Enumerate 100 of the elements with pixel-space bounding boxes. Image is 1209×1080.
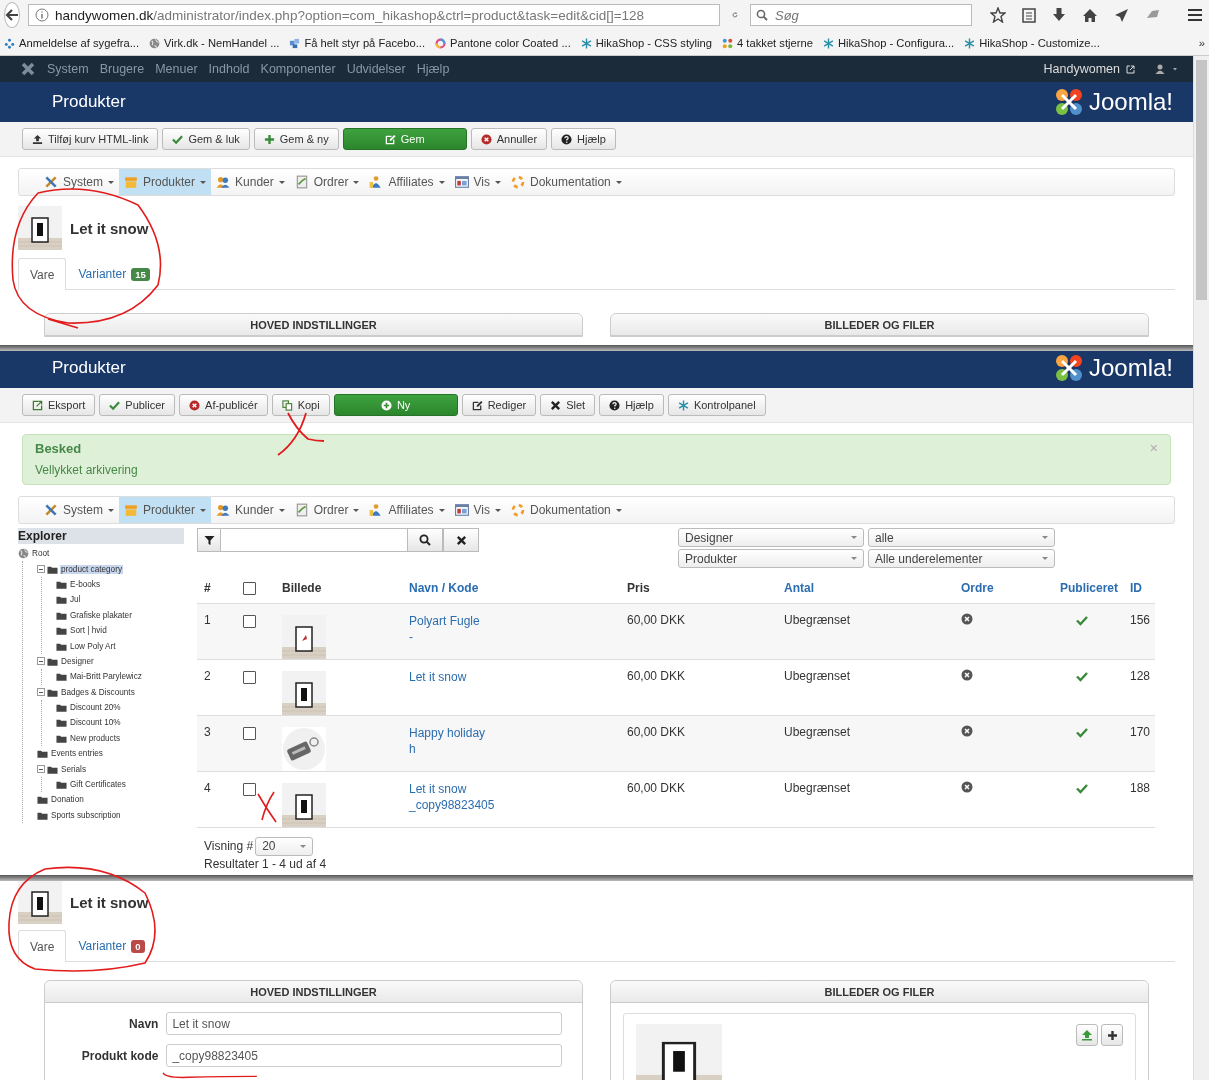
- bookmark[interactable]: Få helt styr på Facebo...: [289, 37, 426, 49]
- logo-icon[interactable]: [20, 61, 36, 77]
- check-icon[interactable]: [1076, 782, 1088, 794]
- submenu-item[interactable]: Ordrer: [289, 497, 365, 523]
- home-icon[interactable]: [1082, 7, 1098, 23]
- back-button[interactable]: [4, 2, 20, 28]
- filter-dropdown[interactable]: Designer: [678, 528, 864, 547]
- row-checkbox[interactable]: [243, 614, 256, 628]
- admin-menu-item[interactable]: Komponenter: [260, 62, 336, 76]
- toolbar-button[interactable]: Hjælp: [551, 128, 616, 150]
- column-header[interactable]: ID: [1130, 580, 1142, 595]
- bookmark[interactable]: HikaShop - Customize...: [964, 37, 1100, 49]
- tree-item[interactable]: Mai-Britt Parylewicz: [69, 672, 143, 682]
- tab[interactable]: Varianter 15: [66, 258, 162, 289]
- toolbar-button[interactable]: Publicer: [99, 394, 176, 416]
- product-name-link[interactable]: Happy holiday: [409, 724, 613, 741]
- tree-item[interactable]: E-books: [69, 579, 102, 589]
- check-icon[interactable]: [1076, 726, 1088, 738]
- product-name-link[interactable]: Let it snow: [409, 668, 613, 685]
- submenu-item[interactable]: Ordrer: [289, 169, 365, 195]
- check-icon[interactable]: [1076, 670, 1088, 682]
- bookmark[interactable]: 4 takket stjerne: [722, 37, 813, 49]
- toolbar-button[interactable]: Gem & luk: [162, 128, 250, 150]
- tab[interactable]: Varianter 0: [66, 930, 157, 961]
- submenu-item[interactable]: Dokumentation: [506, 169, 627, 195]
- tree-item[interactable]: Discount 20%: [69, 703, 122, 713]
- submenu-item[interactable]: Vis: [449, 497, 506, 523]
- clipboard-icon[interactable]: [1022, 7, 1036, 23]
- select-all-checkbox[interactable]: [243, 582, 256, 596]
- star-icon[interactable]: [990, 7, 1006, 23]
- download-icon[interactable]: [1052, 7, 1066, 23]
- admin-menu-item[interactable]: Menuer: [155, 62, 198, 76]
- filter-dropdown[interactable]: alle: [868, 528, 1055, 547]
- submenu-item[interactable]: Affiliates: [364, 497, 450, 523]
- filter-dropdown[interactable]: Produkter: [678, 549, 864, 568]
- tree-item[interactable]: Jul: [69, 595, 82, 605]
- user-link[interactable]: Handywomen: [1043, 62, 1120, 76]
- submenu-item[interactable]: Dokumentation: [506, 497, 627, 523]
- tree-item[interactable]: Low Poly Art: [69, 641, 117, 651]
- tab[interactable]: Vare: [18, 258, 67, 290]
- text-field[interactable]: Let it snow: [166, 1012, 562, 1035]
- admin-menu-item[interactable]: Hjælp: [416, 62, 450, 76]
- collapse-icon[interactable]: [37, 657, 45, 666]
- collapse-icon[interactable]: [37, 688, 45, 697]
- collapse-icon[interactable]: [37, 765, 45, 774]
- submenu-item[interactable]: System: [39, 497, 119, 523]
- tree-item[interactable]: Serials: [60, 764, 88, 774]
- more-bookmarks[interactable]: »: [1198, 37, 1205, 49]
- admin-menu-item[interactable]: Indhold: [208, 62, 250, 76]
- tab[interactable]: Vare: [18, 930, 67, 962]
- toolbar-button[interactable]: Af-publicér: [179, 394, 268, 416]
- toolbar-button[interactable]: Annuller: [470, 128, 548, 150]
- filter-button[interactable]: [197, 528, 221, 552]
- search-input[interactable]: [221, 528, 407, 552]
- send-icon[interactable]: [1114, 7, 1129, 23]
- tree-item[interactable]: product category: [60, 564, 123, 574]
- column-header[interactable]: Navn / Kode: [409, 580, 479, 595]
- toolbar-button[interactable]: Kontrolpanel: [667, 394, 766, 416]
- tree-item[interactable]: Gift Certificates: [69, 780, 127, 790]
- toolbar-button[interactable]: Eksport: [22, 394, 96, 416]
- column-header[interactable]: Ordre: [961, 580, 994, 595]
- scrollbar-thumb[interactable]: [1196, 60, 1207, 300]
- submenu-item[interactable]: Produkter: [119, 497, 212, 523]
- cancel-icon[interactable]: [961, 612, 973, 625]
- page-size-dropdown[interactable]: 20: [255, 836, 314, 856]
- collapse-icon[interactable]: [37, 565, 45, 574]
- toolbar-button[interactable]: Ny: [333, 394, 458, 416]
- toolbar-button[interactable]: Gem & ny: [253, 128, 339, 150]
- row-checkbox[interactable]: [243, 670, 256, 684]
- toolbar-button[interactable]: Slet: [540, 394, 596, 416]
- tree-item[interactable]: Designer: [60, 656, 95, 666]
- toolbar-button[interactable]: Gem: [342, 128, 467, 150]
- admin-menu-item[interactable]: Brugere: [99, 62, 145, 76]
- admin-menu-item[interactable]: System: [47, 62, 89, 76]
- tree-item[interactable]: New products: [69, 733, 122, 743]
- clear-button[interactable]: [443, 528, 479, 552]
- check-icon[interactable]: [1076, 614, 1088, 626]
- product-name-link[interactable]: Let it snow: [409, 780, 613, 797]
- filter-dropdown[interactable]: Alle underelementer: [868, 549, 1055, 568]
- cancel-icon[interactable]: [961, 780, 973, 793]
- submenu-item[interactable]: Produkter: [119, 169, 212, 195]
- tree-item[interactable]: Sports subscription: [50, 810, 122, 820]
- product-name-link[interactable]: Polyart Fugle: [409, 612, 613, 629]
- cancel-icon[interactable]: [961, 668, 973, 681]
- menu-icon[interactable]: [1187, 8, 1203, 22]
- user-icon[interactable]: [1155, 64, 1179, 74]
- search-field[interactable]: Søg: [750, 4, 972, 26]
- submenu-item[interactable]: Kunder: [211, 497, 290, 523]
- column-header[interactable]: Publiceret: [1060, 580, 1119, 595]
- search-button[interactable]: [407, 528, 443, 552]
- row-checkbox[interactable]: [243, 726, 256, 740]
- bookmark[interactable]: HikaShop - CSS styling: [580, 37, 713, 49]
- text-field[interactable]: _copy98823405: [166, 1044, 562, 1067]
- tree-item[interactable]: Sort | hvid: [69, 626, 108, 636]
- bookmark[interactable]: HikaShop - Configura...: [822, 37, 955, 49]
- tree-item[interactable]: Donation: [50, 795, 85, 805]
- toolbar-button[interactable]: Kopi: [271, 394, 330, 416]
- bookmark[interactable]: Virk.dk - NemHandel ...: [149, 37, 280, 49]
- address-bar[interactable]: handywomen.dk/administrator/index.php?option=com_hikashop&ctrl=product&task=edit&cid[]=128: [28, 4, 720, 26]
- submenu-item[interactable]: Affiliates: [364, 169, 450, 195]
